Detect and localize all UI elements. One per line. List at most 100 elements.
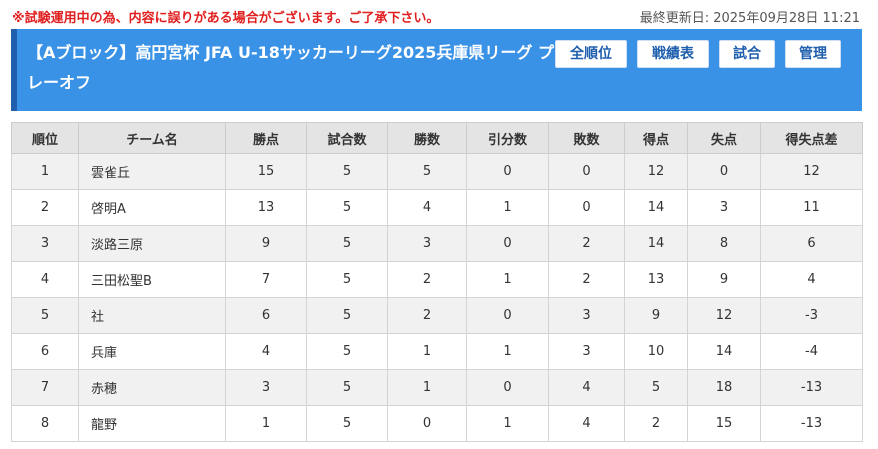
cell-points: 13: [225, 189, 307, 226]
cell-losses: 4: [548, 405, 625, 442]
cell-points: 3: [225, 369, 307, 406]
header-goal-difference: 得失点差: [760, 122, 863, 154]
header-rank: 順位: [11, 122, 79, 154]
cell-rank: 5: [11, 297, 79, 334]
cell-points: 15: [225, 153, 307, 190]
table-row: 6 兵庫 4 5 1 1 3 10 14 -4: [11, 333, 863, 370]
header-wins: 勝数: [387, 122, 467, 154]
cell-goals-against: 9: [687, 261, 761, 298]
table-row: 3 淡路三原 9 5 3 0 2 14 8 6: [11, 225, 863, 262]
cell-points: 4: [225, 333, 307, 370]
cell-wins: 5: [387, 153, 467, 190]
cell-team: 龍野: [78, 405, 226, 442]
cell-goals-for: 9: [624, 297, 688, 334]
cell-wins: 3: [387, 225, 467, 262]
league-header: 【Aブロック】高円宮杯 JFA U-18サッカーリーグ2025兵庫県リーグ プレ…: [11, 29, 862, 111]
cell-goals-for: 14: [624, 225, 688, 262]
page: ※試験運用中の為、内容に誤りがある場合がございます。ご了承下さい。 最終更新日:…: [0, 0, 878, 449]
cell-wins: 4: [387, 189, 467, 226]
cell-points: 6: [225, 297, 307, 334]
table-row: 7 赤穂 3 5 1 0 4 5 18 -13: [11, 369, 863, 406]
header-goals-for: 得点: [624, 122, 688, 154]
cell-goals-for: 5: [624, 369, 688, 406]
header-draws: 引分数: [466, 122, 549, 154]
cell-goal-difference: 11: [760, 189, 863, 226]
table-header-row: 順位 チーム名 勝点 試合数 勝数 引分数 敗数 得点 失点 得失点差: [11, 122, 863, 154]
trial-notice: ※試験運用中の為、内容に誤りがある場合がございます。ご了承下さい。: [12, 11, 440, 26]
cell-points: 1: [225, 405, 307, 442]
cell-goals-for: 14: [624, 189, 688, 226]
cell-draws: 0: [466, 297, 549, 334]
top-bar: ※試験運用中の為、内容に誤りがある場合がございます。ご了承下さい。 最終更新日:…: [12, 5, 862, 27]
cell-points: 7: [225, 261, 307, 298]
cell-goal-difference: -13: [760, 405, 863, 442]
cell-goal-difference: 6: [760, 225, 863, 262]
admin-button[interactable]: 管理: [785, 40, 841, 68]
cell-team: 雲雀丘: [78, 153, 226, 190]
cell-wins: 1: [387, 369, 467, 406]
cell-draws: 1: [466, 261, 549, 298]
cell-played: 5: [306, 369, 388, 406]
cell-goal-difference: 4: [760, 261, 863, 298]
cell-draws: 1: [466, 189, 549, 226]
header-team: チーム名: [78, 122, 226, 154]
cell-team: 赤穂: [78, 369, 226, 406]
table-row: 2 啓明A 13 5 4 1 0 14 3 11: [11, 189, 863, 226]
cell-goal-difference: -13: [760, 369, 863, 406]
table-row: 8 龍野 1 5 0 1 4 2 15 -13: [11, 405, 863, 442]
cell-played: 5: [306, 261, 388, 298]
cell-team: 兵庫: [78, 333, 226, 370]
cell-rank: 8: [11, 405, 79, 442]
cell-goals-against: 8: [687, 225, 761, 262]
cell-played: 5: [306, 225, 388, 262]
cell-rank: 2: [11, 189, 79, 226]
header-losses: 敗数: [548, 122, 625, 154]
cell-goals-for: 10: [624, 333, 688, 370]
cell-rank: 3: [11, 225, 79, 262]
cell-losses: 4: [548, 369, 625, 406]
results-table-button[interactable]: 戦績表: [637, 40, 709, 68]
cell-goal-difference: -3: [760, 297, 863, 334]
all-standings-button[interactable]: 全順位: [555, 40, 627, 68]
table-row: 5 社 6 5 2 0 3 9 12 -3: [11, 297, 863, 334]
cell-rank: 6: [11, 333, 79, 370]
cell-goals-against: 18: [687, 369, 761, 406]
cell-played: 5: [306, 405, 388, 442]
cell-goal-difference: -4: [760, 333, 863, 370]
matches-button[interactable]: 試合: [719, 40, 775, 68]
standings-table: 順位 チーム名 勝点 試合数 勝数 引分数 敗数 得点 失点 得失点差 1 雲雀…: [11, 122, 863, 442]
cell-team: 三田松聖B: [78, 261, 226, 298]
nav-buttons: 全順位 戦績表 試合 管理: [555, 40, 841, 68]
cell-goals-for: 2: [624, 405, 688, 442]
cell-losses: 2: [548, 225, 625, 262]
cell-losses: 3: [548, 297, 625, 334]
header-goals-against: 失点: [687, 122, 761, 154]
cell-wins: 2: [387, 297, 467, 334]
cell-goals-for: 13: [624, 261, 688, 298]
cell-rank: 4: [11, 261, 79, 298]
cell-wins: 1: [387, 333, 467, 370]
cell-draws: 1: [466, 405, 549, 442]
cell-played: 5: [306, 333, 388, 370]
cell-goals-against: 14: [687, 333, 761, 370]
cell-draws: 0: [466, 369, 549, 406]
cell-goals-against: 3: [687, 189, 761, 226]
cell-points: 9: [225, 225, 307, 262]
header-points: 勝点: [225, 122, 307, 154]
table-row: 4 三田松聖B 7 5 2 1 2 13 9 4: [11, 261, 863, 298]
cell-losses: 0: [548, 153, 625, 190]
cell-played: 5: [306, 153, 388, 190]
cell-goals-against: 0: [687, 153, 761, 190]
cell-losses: 0: [548, 189, 625, 226]
cell-goal-difference: 12: [760, 153, 863, 190]
cell-rank: 7: [11, 369, 79, 406]
last-updated: 最終更新日: 2025年09月28日 11:21: [639, 11, 860, 26]
table-row: 1 雲雀丘 15 5 5 0 0 12 0 12: [11, 153, 863, 190]
header-played: 試合数: [306, 122, 388, 154]
cell-losses: 3: [548, 333, 625, 370]
cell-draws: 0: [466, 225, 549, 262]
cell-goals-against: 15: [687, 405, 761, 442]
cell-goals-for: 12: [624, 153, 688, 190]
cell-team: 啓明A: [78, 189, 226, 226]
cell-draws: 0: [466, 153, 549, 190]
